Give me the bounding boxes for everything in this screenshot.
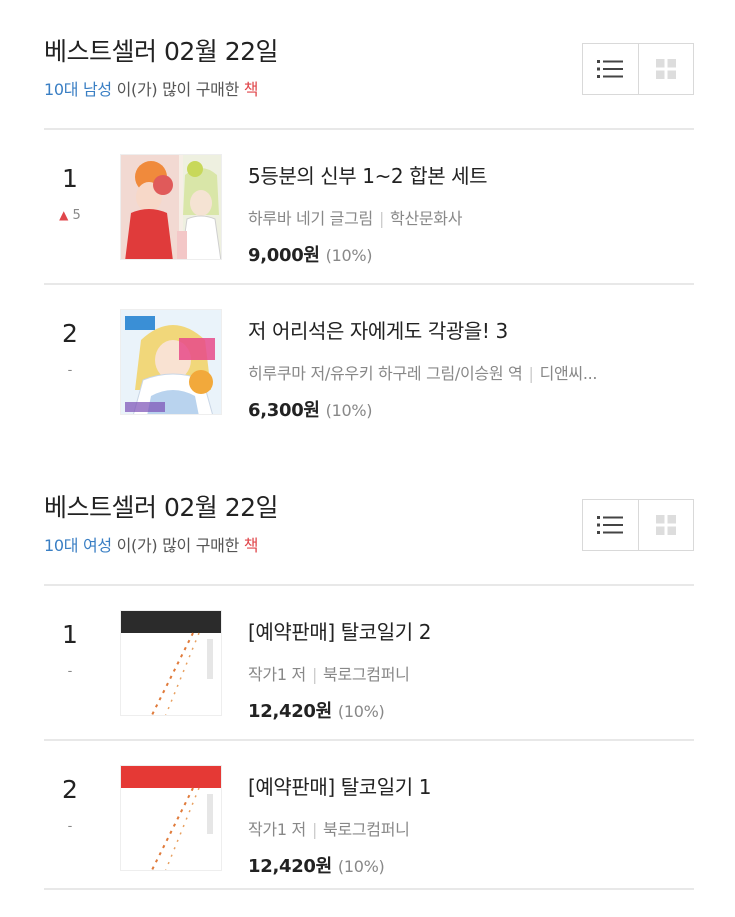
rank-change: -: [68, 819, 73, 834]
list-item[interactable]: 2 - 저 어리석은 자에게도 각광을! 3 히루쿠마 저/유우키 하구레 그림…: [44, 285, 694, 440]
discount-rate: (10%): [337, 857, 385, 876]
section-title: 베스트셀러 02월 22일: [44, 37, 279, 66]
book-title[interactable]: 저 어리석은 자에게도 각광을! 3: [248, 315, 694, 344]
discount-rate: (10%): [325, 401, 373, 420]
cover-illustration: [121, 611, 221, 715]
book-author[interactable]: 작가1 저: [248, 665, 306, 684]
book-publisher[interactable]: 디앤씨...: [540, 364, 598, 383]
grid-view-icon: [655, 515, 676, 535]
book-meta: 작가1 저 | 북로그컴퍼니: [248, 661, 688, 685]
book-info: 5등분의 신부 1~2 합본 세트 하루바 네기 글그림 | 학산문화사 9,000…: [248, 160, 694, 267]
price-value: 12,420원: [248, 856, 332, 877]
rank-change: -: [68, 363, 73, 378]
book-publisher[interactable]: 북로그컴퍼니: [323, 820, 410, 839]
section-subtitle: 10대 남성 이(가) 많이 구매한 책: [44, 76, 259, 100]
section-title: 베스트셀러 02월 22일: [44, 493, 279, 522]
book-cover-image[interactable]: [120, 765, 222, 871]
rank-number: 1: [62, 620, 78, 649]
rank-change-value: -: [67, 819, 73, 834]
meta-separator: |: [311, 665, 318, 684]
rank-change-value: -: [67, 363, 73, 378]
book-meta: 하루바 네기 글그림 | 학산문화사: [248, 205, 688, 229]
price-value: 9,000원: [248, 245, 320, 266]
list-item[interactable]: 1 - [예약판매] 탈코일기 2 작가1 저 | 북로그컴퍼니 12,420원 (…: [44, 586, 694, 741]
book-price: 6,300원 (10%): [248, 396, 694, 422]
book-info: [예약판매] 탈코일기 1 작가1 저 | 북로그컴퍼니 12,420원 (10%): [248, 771, 694, 878]
book-title[interactable]: 5등분의 신부 1~2 합본 세트: [248, 160, 694, 189]
grid-view-button[interactable]: [637, 44, 693, 94]
book-info: 저 어리석은 자에게도 각광을! 3 히루쿠마 저/유우키 하구레 그림/이승원…: [248, 315, 694, 422]
book-author[interactable]: 작가1 저: [248, 820, 306, 839]
book-cover-image[interactable]: [120, 154, 222, 260]
book-info: [예약판매] 탈코일기 2 작가1 저 | 북로그컴퍼니 12,420원 (10%): [248, 616, 694, 723]
view-toggle: [582, 499, 694, 551]
list-item[interactable]: 1 ▲ 5 5등분의 신부 1~2 합본 세트 하루바 네기 글그림 | 학산문화사: [44, 130, 694, 285]
section-header: 베스트셀러 02월 22일 10대 남성 이(가) 많이 구매한 책: [44, 28, 694, 128]
view-toggle: [582, 43, 694, 95]
book-price: 9,000원 (10%): [248, 241, 694, 267]
price-value: 6,300원: [248, 400, 320, 421]
subtitle-text: 이(가) 많이 구매한: [111, 80, 244, 99]
rank-change-value: 5: [72, 208, 81, 223]
bottom-divider: [44, 888, 694, 890]
book-cover-image[interactable]: [120, 309, 222, 415]
bestseller-section-female-teens: 베스트셀러 02월 22일 10대 여성 이(가) 많이 구매한 책 1 - […: [44, 484, 694, 896]
discount-rate: (10%): [337, 702, 385, 721]
list-item[interactable]: 2 - [예약판매] 탈코일기 1 작가1 저 | 북로그컴퍼니 12,420원 (…: [44, 741, 694, 896]
rank-number: 2: [62, 775, 78, 804]
book-cover-image[interactable]: [120, 610, 222, 716]
book-author[interactable]: 히루쿠마 저/유우키 하구레 그림/이승원 역: [248, 364, 523, 383]
book-title[interactable]: [예약판매] 탈코일기 1: [248, 771, 694, 800]
book-publisher[interactable]: 학산문화사: [390, 209, 462, 228]
rank-up-arrow-icon: ▲: [59, 208, 69, 222]
list-view-button[interactable]: [583, 44, 638, 94]
rank-number: 1: [62, 164, 78, 193]
list-view-icon: [597, 516, 624, 534]
subtitle-book-word: 책: [243, 536, 259, 555]
meta-separator: |: [311, 820, 318, 839]
bestseller-section-male-teens: 베스트셀러 02월 22일 10대 남성 이(가) 많이 구매한 책 1 ▲ 5…: [44, 28, 694, 440]
rank-change: ▲ 5: [59, 208, 81, 223]
cover-illustration: [121, 155, 221, 259]
subtitle-book-word: 책: [243, 80, 259, 99]
segment-label[interactable]: 10대 남성: [44, 80, 112, 99]
segment-label[interactable]: 10대 여성: [44, 536, 112, 555]
list-view-button[interactable]: [583, 500, 638, 550]
discount-rate: (10%): [325, 246, 373, 265]
section-subtitle: 10대 여성 이(가) 많이 구매한 책: [44, 532, 259, 556]
book-meta: 작가1 저 | 북로그컴퍼니: [248, 816, 688, 840]
cover-illustration: [121, 310, 221, 414]
grid-view-icon: [655, 59, 676, 79]
price-value: 12,420원: [248, 701, 332, 722]
book-meta: 히루쿠마 저/유우키 하구레 그림/이승원 역 | 디앤씨...: [248, 360, 688, 384]
rank-number: 2: [62, 319, 78, 348]
rank-change-value: -: [67, 664, 73, 679]
book-title[interactable]: [예약판매] 탈코일기 2: [248, 616, 694, 645]
meta-separator: |: [378, 209, 385, 228]
rank-change: -: [68, 664, 73, 679]
list-view-icon: [597, 60, 624, 78]
grid-view-button[interactable]: [637, 500, 693, 550]
book-author[interactable]: 하루바 네기 글그림: [248, 209, 373, 228]
meta-separator: |: [528, 364, 534, 383]
cover-illustration: [121, 766, 221, 870]
book-price: 12,420원 (10%): [248, 697, 694, 723]
book-price: 12,420원 (10%): [248, 852, 694, 878]
subtitle-text: 이(가) 많이 구매한: [111, 536, 244, 555]
book-publisher[interactable]: 북로그컴퍼니: [323, 665, 410, 684]
section-header: 베스트셀러 02월 22일 10대 여성 이(가) 많이 구매한 책: [44, 484, 694, 584]
